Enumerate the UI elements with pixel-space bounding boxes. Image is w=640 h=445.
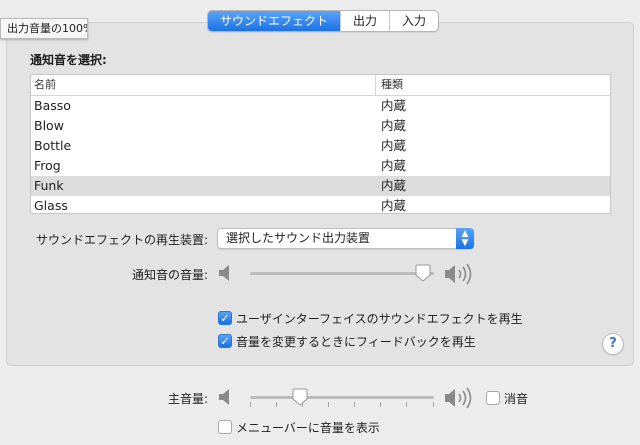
row-type: 内蔵 [381, 118, 407, 133]
row-type: 内蔵 [381, 138, 407, 153]
mute-label[interactable]: 消音 [504, 390, 528, 407]
alert-volume-track[interactable] [250, 272, 434, 275]
row-name: Blow [34, 118, 64, 133]
row-name: Frog [34, 158, 61, 173]
volume-tooltip: 出力音量の100% [0, 18, 88, 39]
tab-input[interactable]: 入力 [389, 11, 438, 31]
menubar-volume-label[interactable]: メニューバーに音量を表示 [236, 419, 380, 436]
ui-sound-label[interactable]: ユーザインターフェイスのサウンドエフェクトを再生 [236, 310, 523, 327]
feedback-label[interactable]: 音量を変更するときにフィードバックを再生 [236, 333, 476, 350]
row-type: 内蔵 [381, 98, 407, 113]
row-type: 内蔵 [381, 178, 407, 193]
mute-checkbox[interactable] [486, 391, 500, 405]
menubar-volume-checkbox[interactable] [218, 420, 232, 434]
tab-output[interactable]: 出力 [340, 11, 389, 31]
slider-tick [328, 402, 329, 407]
table-row[interactable]: Bottle 内蔵 [31, 136, 610, 156]
slider-tick [406, 402, 407, 407]
device-popup-value: 選択したサウンド出力装置 [226, 231, 371, 245]
alert-volume-label: 通知音の音量: [132, 268, 209, 282]
popup-arrows-icon: ▲ ▼ [456, 228, 474, 249]
main-volume-thumb[interactable] [292, 388, 308, 406]
slider-tick [380, 402, 381, 407]
slider-tick [433, 402, 434, 407]
ui-sound-checkbox[interactable]: ✓ [218, 311, 232, 325]
slider-tick [276, 402, 277, 407]
table-row[interactable]: Basso 内蔵 [31, 96, 610, 116]
slider-tick [354, 402, 355, 407]
column-header-type[interactable]: 種類 [376, 75, 403, 95]
table-row-selected[interactable]: Funk 内蔵 [31, 176, 610, 196]
table-header: 名前 種類 [31, 75, 610, 96]
feedback-checkbox[interactable]: ✓ [218, 334, 232, 348]
row-name: Funk [34, 178, 64, 193]
alert-section-label: 通知音を選択: [30, 53, 107, 67]
row-name: Bottle [34, 138, 72, 153]
row-type: 内蔵 [381, 198, 407, 213]
table-row[interactable]: Blow 内蔵 [31, 116, 610, 136]
main-volume-label: 主音量: [168, 392, 209, 406]
main-volume-track[interactable] [250, 396, 434, 399]
slider-tick [250, 402, 251, 407]
help-button[interactable]: ? [602, 333, 624, 355]
alert-volume-slider[interactable] [250, 264, 434, 282]
alert-sound-table[interactable]: 名前 種類 Basso 内蔵 Blow 内蔵 Bottle 内蔵 Frog 内蔵… [30, 74, 611, 214]
table-row[interactable]: Glass 内蔵 [31, 196, 610, 213]
tab-bar: サウンドエフェクト 出力 入力 [207, 10, 440, 32]
column-header-name[interactable]: 名前 [31, 75, 376, 95]
speaker-low-icon [219, 389, 229, 405]
table-row[interactable]: Frog 内蔵 [31, 156, 610, 176]
tab-sound-effects[interactable]: サウンドエフェクト [208, 11, 341, 31]
row-type: 内蔵 [381, 158, 407, 173]
speaker-high-icon [445, 387, 472, 409]
device-popup[interactable]: 選択したサウンド出力装置 ▲ ▼ [217, 228, 474, 249]
alert-volume-thumb[interactable] [415, 264, 431, 282]
row-name: Glass [34, 198, 68, 213]
speaker-low-icon [219, 265, 229, 281]
row-name: Basso [34, 98, 71, 113]
speaker-high-icon [445, 263, 472, 285]
device-label: サウンドエフェクトの再生装置: [36, 233, 209, 247]
main-volume-slider[interactable] [250, 388, 434, 407]
